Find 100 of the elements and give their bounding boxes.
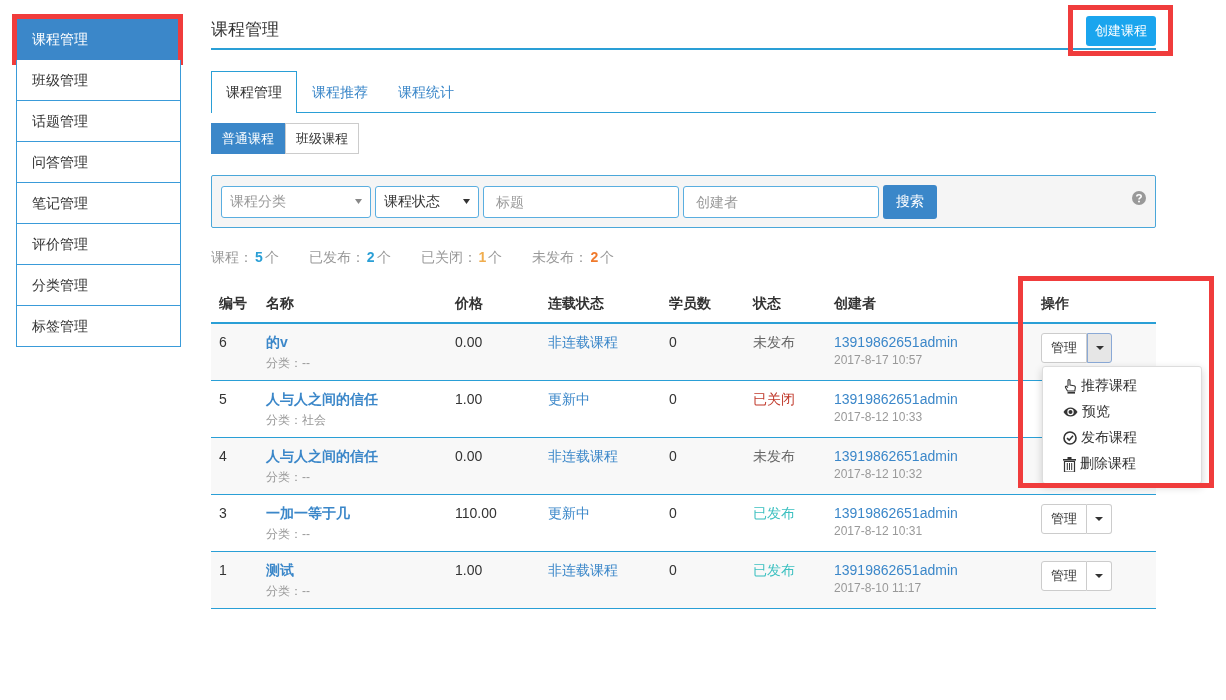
caret-icon	[463, 199, 470, 204]
category-text: 分类：社会	[266, 412, 326, 429]
category-text: 分类：--	[266, 583, 310, 600]
course-link[interactable]: 人与人之间的信任	[266, 391, 378, 409]
creator-link[interactable]: 13919862651admin	[834, 562, 958, 578]
caret-icon	[1095, 574, 1103, 578]
table-cell-text: 0	[668, 504, 678, 521]
toggle-button[interactable]: 班级课程	[285, 123, 359, 154]
table-cell-text: 更新中	[547, 504, 591, 523]
menu-item[interactable]: 发布课程	[1043, 425, 1201, 451]
toggle-button[interactable]: 普通课程	[211, 123, 285, 154]
status-text: 未发布	[752, 447, 796, 466]
check-circle-icon	[1063, 431, 1077, 445]
table-cell-text: 0.00	[454, 333, 484, 350]
search-button[interactable]: 搜索	[883, 184, 937, 219]
column-header: 价格	[453, 295, 484, 313]
sidebar-item[interactable]: 话题管理	[16, 101, 181, 142]
status-text: 已发布	[752, 504, 796, 523]
dropdown-toggle[interactable]	[1087, 504, 1112, 534]
sidebar-item[interactable]: 分类管理	[16, 265, 181, 306]
creator-link[interactable]: 13919862651admin	[834, 448, 958, 464]
table-cell-text: 0	[668, 447, 678, 464]
category-text: 分类：--	[266, 469, 310, 486]
table-cell-text: 0	[668, 333, 678, 350]
course-link[interactable]: 一加一等于几	[266, 505, 350, 523]
status-text: 未发布	[752, 333, 796, 352]
table-cell-text: 6	[218, 333, 228, 350]
category-text: 分类：--	[266, 355, 310, 372]
table-cell-text: 3	[218, 504, 228, 521]
status-text: 已发布	[752, 561, 796, 580]
table-cell-text: 0.00	[454, 447, 484, 464]
creator-link[interactable]: 13919862651admin	[834, 334, 958, 350]
table-cell-text: 1.00	[454, 390, 484, 407]
dropdown-toggle[interactable]	[1087, 561, 1112, 591]
stat-unit: 个	[488, 249, 503, 265]
table-cell-text: 非连载课程	[547, 447, 619, 466]
stat-label: 已关闭：	[420, 249, 477, 265]
created-time: 2017-8-12 10:31	[834, 524, 923, 538]
column-header: 连载状态	[547, 295, 605, 313]
caret-icon	[1095, 346, 1104, 350]
trash-icon	[1063, 456, 1076, 472]
column-header: 编号	[218, 295, 248, 313]
table-cell-text: 4	[218, 447, 228, 464]
table-cell-text: 1.00	[454, 561, 484, 578]
tab[interactable]: 课程统计	[383, 71, 469, 112]
stat-count: 5	[255, 249, 263, 265]
stat-unit: 个	[264, 249, 279, 265]
pointing-hand-icon	[1063, 378, 1077, 394]
sidebar-item[interactable]: 评价管理	[16, 224, 181, 265]
caret-icon	[355, 199, 362, 204]
manage-button[interactable]: 管理	[1041, 504, 1087, 534]
manage-button[interactable]: 管理	[1041, 333, 1087, 363]
status-text: 已关闭	[752, 390, 796, 409]
created-time: 2017-8-12 10:32	[834, 467, 923, 481]
tab[interactable]: 课程管理	[211, 71, 297, 113]
created-time: 2017-8-17 10:57	[834, 353, 923, 367]
creator-link[interactable]: 13919862651admin	[834, 391, 958, 407]
column-header: 名称	[265, 295, 295, 313]
column-header: 学员数	[668, 295, 712, 313]
menu-item[interactable]: 删除课程	[1043, 451, 1201, 477]
sidebar-item[interactable]: 问答管理	[16, 142, 181, 183]
created-time: 2017-8-10 11:17	[834, 581, 922, 595]
creator-link[interactable]: 13919862651admin	[834, 505, 958, 521]
stat-count: 1	[478, 249, 487, 265]
table-cell-text: 非连载课程	[547, 333, 619, 352]
category-text: 分类：--	[266, 526, 310, 543]
column-header: 创建者	[833, 295, 877, 313]
dropdown-toggle[interactable]	[1087, 333, 1112, 363]
eye-icon	[1063, 406, 1078, 418]
sidebar-item[interactable]: 课程管理	[16, 18, 181, 60]
table-cell-text: 更新中	[547, 390, 591, 409]
menu-item[interactable]: 预览	[1043, 399, 1201, 425]
course-link[interactable]: 人与人之间的信任	[266, 448, 378, 466]
table-cell-text: 110.00	[454, 504, 498, 521]
stat-label: 已发布：	[308, 249, 365, 265]
table-cell-text: 非连载课程	[547, 561, 619, 580]
table-cell-text: 0	[668, 390, 678, 407]
stat-label: 未发布：	[532, 249, 589, 265]
page-title: 课程管理	[211, 19, 279, 41]
manage-button[interactable]: 管理	[1041, 561, 1087, 591]
course-link[interactable]: 测试	[266, 562, 294, 580]
help-icon[interactable]	[1132, 190, 1146, 205]
menu-item[interactable]: 推荐课程	[1043, 373, 1201, 399]
stat-count: 2	[590, 249, 599, 265]
sidebar-item[interactable]: 班级管理	[16, 60, 181, 101]
title-input[interactable]: 标题	[483, 185, 679, 218]
tab[interactable]: 课程推荐	[297, 71, 383, 112]
course-link[interactable]: 的v	[266, 334, 288, 352]
creator-input[interactable]: 创建者	[683, 185, 879, 218]
status-select[interactable]: 课程状态	[375, 185, 479, 218]
column-header: 状态	[751, 295, 782, 313]
column-header: 操作	[1040, 295, 1070, 313]
table-cell-text: 1	[218, 561, 228, 578]
sidebar-item[interactable]: 笔记管理	[16, 183, 181, 224]
stat-unit: 个	[376, 249, 391, 265]
stat-unit: 个	[600, 249, 615, 265]
table-cell-text: 5	[218, 390, 228, 407]
caret-icon	[1095, 517, 1103, 521]
sidebar-item[interactable]: 标签管理	[16, 306, 181, 347]
table-cell-text: 0	[668, 561, 678, 578]
